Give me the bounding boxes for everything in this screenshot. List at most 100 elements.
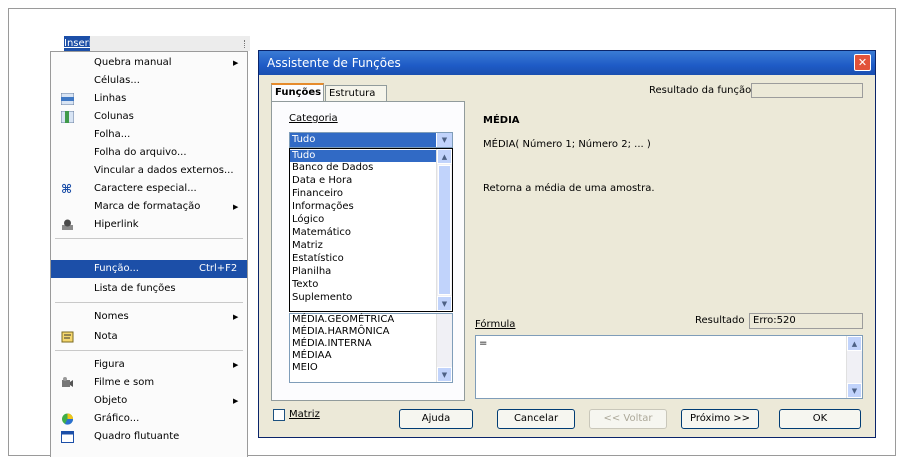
menu-item-label: Função... [94,263,139,274]
special-char-icon: ⌘ [61,182,73,196]
menu-item-vincular-dados[interactable]: Vincular a dados externos... [51,162,247,180]
menu-item-label: Nota [94,331,118,342]
dropdown-option[interactable]: Matriz [290,240,437,252]
menu-item-label: Hiperlink [94,219,139,230]
dropdown-option[interactable]: Suplemento [290,292,437,304]
menu-item-celulas[interactable]: Células... [51,72,247,90]
ok-button[interactable]: OK [779,409,861,429]
function-list-item[interactable]: MÉDIAA [292,350,332,362]
menu-item-figura[interactable]: Figura ▶ [51,356,247,374]
menu-item-colunas[interactable]: Colunas [51,108,247,126]
menu-item-label: Objeto [94,395,128,406]
menu-item-lista-funcoes[interactable]: Lista de funções [51,280,247,298]
function-syntax: MÉDIA( Número 1; Número 2; ... ) [483,139,651,150]
rows-icon [61,93,74,105]
tab-estrutura[interactable]: Estrutura [325,85,387,101]
dropdown-scrollbar[interactable]: ▲ ▼ [436,149,452,311]
scroll-up-icon[interactable]: ▲ [847,336,862,351]
submenu-arrow-icon: ▶ [233,59,239,67]
menu-item-caractere-especial[interactable]: ⌘ Caractere especial... [51,180,247,198]
function-list-item[interactable]: MÉDIA.HARMÔNICA [292,326,390,338]
menu-item-label: Caractere especial... [94,183,197,194]
submenu-arrow-icon: ▶ [233,313,239,321]
function-list-scrollbar[interactable]: ▼ [436,314,452,382]
menu-separator [55,302,243,303]
next-button[interactable]: Próximo >> [681,409,759,429]
function-description: Retorna a média de uma amostra. [483,183,655,194]
menu-inserir[interactable]: Inserir [64,36,96,51]
formula-editor[interactable]: = ▲ ▼ [475,335,863,399]
resultado-field: Erro:520 [749,313,863,329]
dropdown-option[interactable]: Financeiro [290,188,437,200]
function-name: MÉDIA [483,115,520,126]
function-result-label: Resultado da função [649,85,752,96]
submenu-arrow-icon: ▶ [233,203,239,211]
menu-item-grafico[interactable]: Gráfico... [51,410,247,428]
category-select[interactable]: Tudo ▼ [289,132,453,148]
scroll-thumb[interactable] [438,165,451,295]
dropdown-option[interactable]: Banco de Dados [290,162,437,174]
menu-item-quebra-manual[interactable]: Quebra manual ▶ [51,54,247,72]
dropdown-option[interactable]: Estatístico [290,253,437,265]
function-list-item[interactable]: MÉDIA.GEOMÉTRICA [292,314,394,326]
hyperlink-icon [62,219,73,230]
menu-item-label: Folha... [94,129,131,140]
dropdown-option[interactable]: Lógico [290,214,437,226]
columns-icon [61,111,74,123]
note-icon [61,331,74,343]
menu-item-label: Filme e som [94,377,155,388]
chevron-down-icon[interactable]: ▼ [436,133,452,147]
help-button[interactable]: Ajuda [399,409,473,429]
tab-funcoes[interactable]: Funções [271,83,324,101]
formula-text[interactable]: = [479,338,487,349]
menu-item-label: Lista de funções [94,283,176,294]
back-button[interactable]: << Voltar [589,409,667,429]
category-dropdown-list: Tudo Banco de Dados Data e Hora Financei… [289,148,453,312]
dropdown-option[interactable]: Planilha [290,266,437,278]
dropdown-option[interactable]: Data e Hora [290,175,437,187]
dropdown-option[interactable]: Tudo [290,150,437,162]
menu-separator [55,238,243,239]
menu-item-nota[interactable]: Nota [51,328,247,346]
menu-item-folha-do-arquivo[interactable]: Folha do arquivo... [51,144,247,162]
resultado-label: Resultado [695,315,745,326]
category-select-value: Tudo [290,133,436,147]
menu-item-hiperlink[interactable]: Hiperlink [51,216,247,234]
dialog-title: Assistente de Funções [267,56,401,70]
menu-item-quadro-flutuante[interactable]: Quadro flutuante [51,428,247,446]
dialog-titlebar[interactable]: Assistente de Funções ✕ [259,51,875,75]
menu-item-marca-formatacao[interactable]: Marca de formatação ▶ [51,198,247,216]
menu-item-nomes[interactable]: Nomes ▶ [51,308,247,326]
matrix-checkbox[interactable] [273,409,285,421]
scroll-down-icon[interactable]: ▼ [437,296,452,311]
dropdown-option[interactable]: Matemático [290,227,437,239]
insert-menu: Quebra manual ▶ Células... Linhas Coluna… [50,51,248,457]
menu-item-funcao[interactable]: Função... Ctrl+F2 [51,260,247,278]
dropdown-option[interactable]: Informações [290,201,437,213]
scroll-down-icon[interactable]: ▼ [437,367,452,382]
menu-item-label: Figura [94,359,125,370]
menubar [90,36,250,51]
scroll-up-icon[interactable]: ▲ [437,149,452,164]
formula-scrollbar[interactable]: ▲ ▼ [846,336,862,398]
cancel-button[interactable]: Cancelar [497,409,575,429]
dropdown-option[interactable]: Texto [290,279,437,291]
floating-frame-icon [61,431,74,443]
function-result-field [751,83,863,98]
menu-item-label: Folha do arquivo... [94,147,187,158]
menu-item-linhas[interactable]: Linhas [51,90,247,108]
menu-item-label: Células... [94,75,140,86]
menu-item-folha[interactable]: Folha... [51,126,247,144]
function-list-item[interactable]: MÉDIA.INTERNA [292,338,372,350]
scroll-down-icon[interactable]: ▼ [847,383,862,398]
function-list: MÉDIA.GEOMÉTRICA MÉDIA.HARMÔNICA MÉDIA.I… [289,313,453,383]
menu-item-label: Marca de formatação [94,201,201,212]
category-label: Categoria [289,113,338,124]
function-wizard-dialog: Assistente de Funções ✕ Funções Estrutur… [258,50,876,438]
close-icon[interactable]: ✕ [854,54,871,71]
function-list-item[interactable]: MEIO [292,362,318,374]
menu-item-filme-som[interactable]: Filme e som [51,374,247,392]
menu-item-label: Vincular a dados externos... [94,165,234,176]
menu-item-objeto[interactable]: Objeto ▶ [51,392,247,410]
submenu-arrow-icon: ▶ [233,397,239,405]
